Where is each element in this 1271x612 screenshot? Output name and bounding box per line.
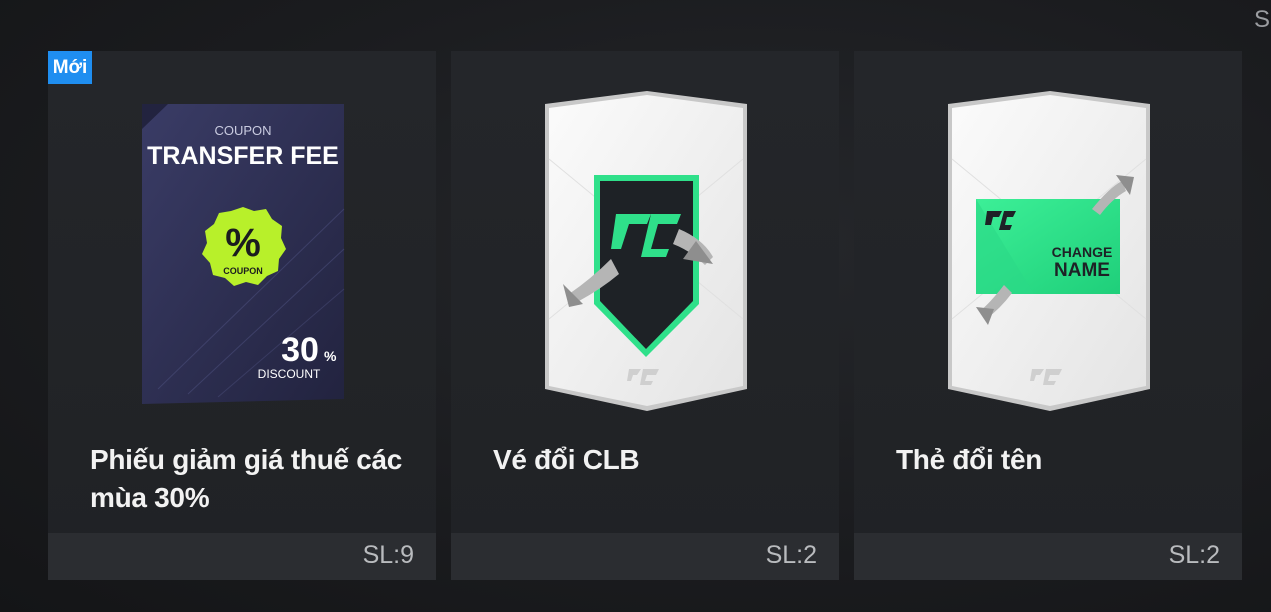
- item-card-name-change[interactable]: CHANGE NAME Thẻ đổi tên SL:2: [854, 51, 1242, 580]
- seal-symbol: %: [225, 221, 261, 265]
- seal-text: COUPON: [223, 266, 263, 276]
- club-change-card-art: [545, 91, 747, 411]
- item-name: Phiếu giảm giá thuế các mùa 30%: [90, 444, 403, 513]
- quantity-bar: SL:9: [48, 533, 436, 580]
- quantity-label: SL:2: [765, 541, 817, 569]
- coupon-title: TRANSFER FEE: [147, 142, 339, 170]
- edge-label: S: [1254, 6, 1271, 33]
- change-line1: CHANGE: [1052, 244, 1113, 260]
- change-line2: NAME: [1054, 260, 1110, 281]
- name-change-card-art: CHANGE NAME: [948, 91, 1150, 411]
- discount-text: DISCOUNT: [258, 367, 321, 381]
- item-name: Vé đổi CLB: [493, 444, 640, 475]
- coupon-kicker: COUPON: [214, 123, 271, 138]
- item-card-transfer-coupon[interactable]: Mới COUPON TRANSFER FEE % COUPON 30 % DI…: [48, 51, 436, 580]
- discount-value: 30: [281, 331, 319, 369]
- quantity-label: SL:2: [1168, 541, 1220, 569]
- item-name: Thẻ đổi tên: [896, 444, 1043, 475]
- new-badge: Mới: [48, 51, 92, 84]
- quantity-label: SL:9: [362, 541, 414, 569]
- transfer-coupon-card-art: COUPON TRANSFER FEE % COUPON 30 % DISCOU…: [142, 104, 345, 404]
- quantity-bar: SL:2: [451, 533, 839, 580]
- item-card-club-change[interactable]: Vé đổi CLB SL:2: [451, 51, 839, 580]
- quantity-bar: SL:2: [854, 533, 1242, 580]
- discount-unit: %: [324, 348, 337, 364]
